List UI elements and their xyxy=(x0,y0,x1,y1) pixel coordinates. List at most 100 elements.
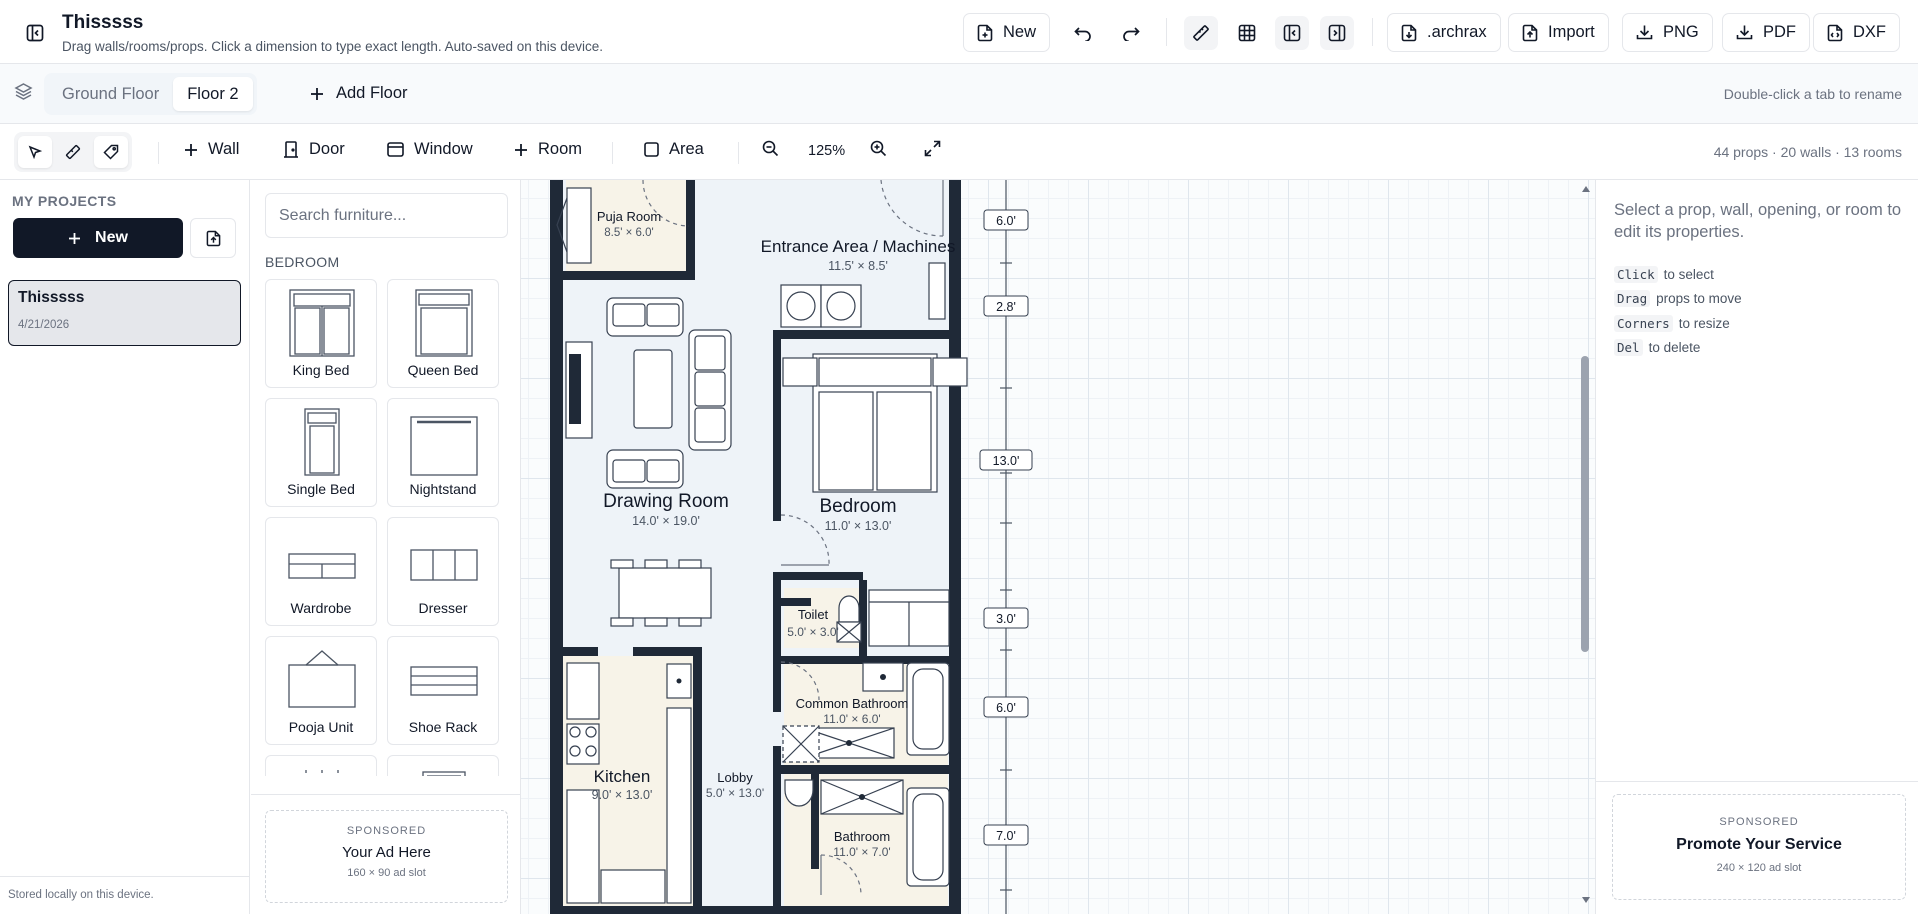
floor-tabs: Ground Floor Floor 2 xyxy=(44,73,257,115)
new-project-button[interactable]: New xyxy=(13,218,183,258)
plus-icon xyxy=(515,143,527,156)
add-room-button[interactable]: Room xyxy=(514,140,582,159)
add-floor-button[interactable]: Add Floor xyxy=(310,84,408,103)
tab-floor-2[interactable]: Floor 2 xyxy=(173,77,253,111)
floor-plan[interactable]: Puja Room 8.5' × 6.0' Entrance Area / Ma… xyxy=(521,180,1595,914)
dimension-chip[interactable]: 2.8' xyxy=(983,295,1029,317)
room-label-kitchen[interactable]: Kitchen xyxy=(594,767,651,786)
dimension-chip[interactable]: 13.0' xyxy=(979,449,1033,471)
room-label-bedroom[interactable]: Bedroom xyxy=(819,496,896,517)
shortcut-tips: Click to select Drag props to move Corners… xyxy=(1614,262,1742,360)
import-button[interactable]: Import xyxy=(1508,13,1609,52)
scrollbar-thumb[interactable] xyxy=(1581,356,1589,652)
export-png-button[interactable]: PNG xyxy=(1622,13,1713,52)
sponsored-ad-slot[interactable]: SPONSORED Your Ad Here 160 × 90 ad slot xyxy=(265,810,508,903)
room-label-entrance[interactable]: Entrance Area / Machines xyxy=(761,237,956,256)
add-wall-button[interactable]: Wall xyxy=(184,140,239,159)
redo-icon[interactable] xyxy=(1114,16,1148,50)
zoom-in-icon[interactable] xyxy=(870,140,887,157)
dxf-label: DXF xyxy=(1853,23,1886,41)
room-dims-lobby: 5.0' × 13.0' xyxy=(706,786,764,800)
add-window-button[interactable]: Window xyxy=(387,140,473,159)
png-label: PNG xyxy=(1663,23,1699,41)
zoom-out-icon[interactable] xyxy=(762,140,779,157)
wardrobe-icon xyxy=(288,553,356,579)
furniture-item-pooja-unit[interactable]: Pooja Unit xyxy=(265,636,377,745)
add-area-button[interactable]: Area xyxy=(644,140,704,159)
rename-hint: Double-click a tab to rename xyxy=(1723,86,1902,102)
import-project-icon[interactable] xyxy=(190,218,236,258)
shoe-rack-icon xyxy=(410,666,478,696)
furniture-item-shoe-rack[interactable]: Shoe Rack xyxy=(387,636,499,745)
new-plan-button[interactable]: New xyxy=(963,13,1051,52)
dimension-value: 6.0' xyxy=(996,214,1016,228)
select-pointer-icon[interactable] xyxy=(18,136,52,168)
left-panel-icon[interactable] xyxy=(1275,16,1309,50)
dimension-value: 7.0' xyxy=(996,829,1016,843)
dining-table-prop[interactable] xyxy=(610,559,712,627)
tab-ground-floor[interactable]: Ground Floor xyxy=(48,77,173,111)
measure-tool-icon[interactable] xyxy=(56,136,90,168)
furniture-search-input[interactable] xyxy=(265,193,508,238)
export-archrax-button[interactable]: .archrax xyxy=(1387,13,1501,52)
tip-key: Corners xyxy=(1614,314,1673,332)
furniture-item-partial[interactable] xyxy=(387,755,499,776)
sink-drain xyxy=(880,674,886,680)
plan-canvas[interactable]: Puja Room 8.5' × 6.0' Entrance Area / Ma… xyxy=(521,180,1595,914)
plus-icon xyxy=(185,143,197,156)
plan-stats: 44 props · 20 walls · 13 rooms xyxy=(1713,144,1902,160)
furniture-item-king-bed[interactable]: King Bed xyxy=(265,279,377,388)
dimension-chip[interactable]: 6.0' xyxy=(983,209,1029,231)
dimension-chip[interactable]: 7.0' xyxy=(983,824,1029,846)
fit-to-screen-icon[interactable] xyxy=(924,140,941,157)
properties-divider xyxy=(1596,781,1918,782)
file-plus-icon xyxy=(977,24,993,41)
room-label-puja[interactable]: Puja Room xyxy=(597,209,661,224)
dimension-chip[interactable]: 3.0' xyxy=(983,607,1029,629)
project-subtitle: Drag walls/rooms/props. Click a dimensio… xyxy=(62,39,604,54)
add-door-button[interactable]: Door xyxy=(283,140,345,159)
file-code-icon xyxy=(1827,24,1843,41)
projects-panel: MY PROJECTS New Thisssss 4/21/2026 Store… xyxy=(0,180,250,914)
furniture-item-partial[interactable] xyxy=(265,755,377,776)
toilet-prop[interactable] xyxy=(836,595,862,643)
file-download-icon xyxy=(1401,24,1417,41)
wardrobe-prop[interactable] xyxy=(868,589,950,647)
room-label-lobby[interactable]: Lobby xyxy=(717,770,753,785)
project-card-name: Thisssss xyxy=(18,289,85,306)
export-pdf-button[interactable]: PDF xyxy=(1722,13,1810,52)
furniture-item-nightstand[interactable]: Nightstand xyxy=(387,398,499,507)
furniture-item-wardrobe[interactable]: Wardrobe xyxy=(265,517,377,626)
sidebar-toggle-icon[interactable] xyxy=(22,20,48,46)
project-card[interactable]: Thisssss 4/21/2026 xyxy=(8,280,241,346)
furniture-divider xyxy=(251,794,520,795)
tip-text: to select xyxy=(1663,266,1714,282)
furniture-item-queen-bed[interactable]: Queen Bed xyxy=(387,279,499,388)
furniture-item-dresser[interactable]: Dresser xyxy=(387,517,499,626)
tip-item: Click to select xyxy=(1614,262,1742,287)
tool-bar: Wall Door Window Room Area 125% 44 props… xyxy=(0,124,1918,180)
sponsored-ad-slot[interactable]: SPONSORED Promote Your Service 240 × 120… xyxy=(1612,794,1906,900)
import-label: Import xyxy=(1548,23,1595,41)
layers-icon xyxy=(14,82,33,101)
furniture-item-single-bed[interactable]: Single Bed xyxy=(265,398,377,507)
download-icon xyxy=(1636,25,1653,40)
grid-icon[interactable] xyxy=(1230,16,1264,50)
sponsored-label: SPONSORED xyxy=(346,825,427,837)
add-floor-label: Add Floor xyxy=(336,84,408,102)
floor-bar: Ground Floor Floor 2 Add Floor Double-cl… xyxy=(0,64,1918,124)
room-label-toilet[interactable]: Toilet xyxy=(798,607,829,622)
room-label-bathroom[interactable]: Bathroom xyxy=(834,829,890,844)
furniture-item-label: King Bed xyxy=(292,362,350,378)
right-panel-icon[interactable] xyxy=(1320,16,1354,50)
dimension-chip[interactable]: 6.0' xyxy=(983,696,1029,718)
tv-unit-prop[interactable] xyxy=(569,354,581,424)
projects-heading: MY PROJECTS xyxy=(12,193,117,209)
project-title[interactable]: Thisssss xyxy=(62,12,143,34)
room-label-drawing[interactable]: Drawing Room xyxy=(603,491,729,512)
measure-ruler-icon[interactable] xyxy=(1184,16,1218,50)
tag-label-icon[interactable] xyxy=(94,136,128,168)
room-label-common-bathroom[interactable]: Common Bathroom xyxy=(796,696,909,711)
undo-icon[interactable] xyxy=(1066,16,1100,50)
export-dxf-button[interactable]: DXF xyxy=(1813,13,1900,52)
